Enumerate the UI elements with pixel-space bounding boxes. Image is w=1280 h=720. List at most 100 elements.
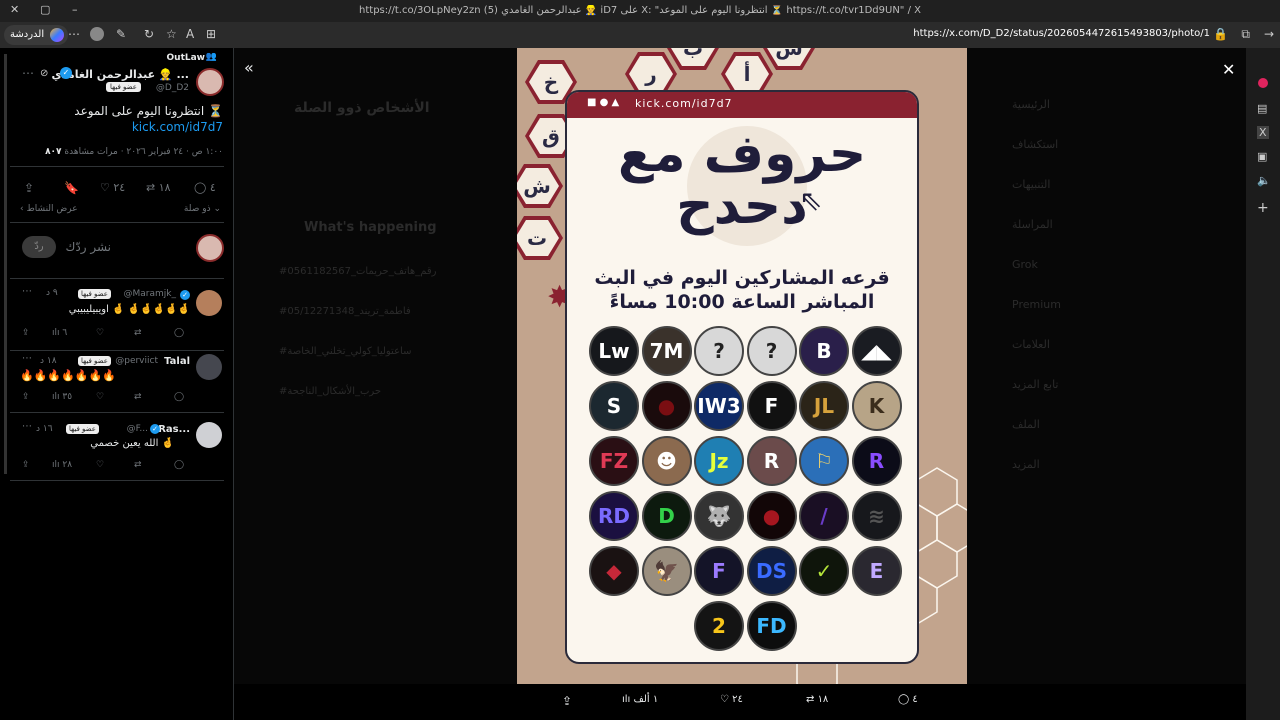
views-button[interactable]: ılı ١ ألف — [622, 694, 658, 705]
share-icon[interactable]: ⇪ — [22, 328, 30, 338]
letter-hex-text: ر — [629, 56, 673, 92]
trend-item[interactable]: #رقم_هاتف_حريمات_0561182567 — [279, 266, 436, 277]
author-name[interactable]: عبدالرحمن الغامدي 👷‍♂️ ... — [51, 68, 189, 81]
refresh-icon[interactable]: ↻ — [144, 27, 154, 41]
reply-avatar[interactable] — [196, 354, 222, 380]
like-button[interactable]: ♡ ٢٤ — [720, 694, 743, 705]
copy-icon[interactable]: ⧉ — [1241, 27, 1250, 42]
reply-name[interactable]: Talal — [164, 356, 190, 367]
sound-icon[interactable]: 🔈 — [1257, 174, 1271, 187]
author-avatar[interactable] — [196, 68, 224, 96]
reply-icon[interactable]: ◯ — [174, 460, 184, 470]
grok-icon[interactable]: ⊘ — [40, 68, 48, 79]
share-icon[interactable]: ⇪ — [22, 392, 30, 402]
participant-logo: ⚐ — [799, 436, 849, 486]
close-photo-icon[interactable]: ✕ — [1222, 60, 1235, 79]
reply-item[interactable]: Ras... ✓ @F... عضو فيها ١٦ د ⋯ الله يعين… — [0, 420, 234, 480]
reply-button[interactable]: ◯ ٤ — [194, 181, 216, 194]
reply-submit-button[interactable]: ردّ — [22, 236, 56, 258]
my-avatar[interactable] — [196, 234, 224, 262]
retweet-icon[interactable]: ⇄ — [134, 392, 142, 402]
window-dots-icon: ■ ● ▲ — [587, 97, 620, 108]
reply-time[interactable]: ١٦ د — [36, 424, 53, 434]
like-icon[interactable]: ♡ — [96, 460, 104, 470]
reply-handle[interactable]: @perviict — [115, 356, 158, 366]
reply-input[interactable]: نشر ردّك — [65, 240, 111, 254]
like-icon[interactable]: ♡ — [96, 392, 104, 402]
like-icon[interactable]: ♡ — [96, 328, 104, 338]
reply-time[interactable]: ٩ د — [46, 288, 58, 298]
reply-handle[interactable]: @F... — [127, 424, 148, 434]
trend-item[interactable]: #حرب_الأشكال_الناجحة — [279, 386, 381, 397]
url-field[interactable]: https://x.com/D_D2/status/20260544726154… — [913, 28, 1210, 39]
reply-name[interactable]: Ras... — [158, 424, 190, 435]
nav-follow[interactable]: تابع المزيد — [1012, 378, 1059, 391]
whats-happening-heading: What's happening — [304, 220, 437, 235]
like-button[interactable]: ♡ ٢٤ — [100, 181, 125, 194]
nav-explore[interactable]: استكشاف — [1012, 138, 1058, 151]
bookmark-icon[interactable]: 🔖 — [64, 181, 79, 195]
clipboard-icon[interactable]: ▣ — [1257, 150, 1267, 163]
window-title: (5) عبدالرحمن الغامدي 👷‍♂️ iD7 على X: "ا… — [483, 5, 921, 16]
retweet-icon[interactable]: ⇄ — [134, 328, 142, 338]
collections-icon[interactable]: ▤ — [1257, 102, 1267, 115]
nav-home[interactable]: الرئيسية — [1012, 98, 1050, 111]
more-menu-icon[interactable]: ⋯ — [68, 27, 80, 41]
extension-icon[interactable]: ✎ — [116, 27, 126, 41]
add-icon[interactable]: + — [1257, 200, 1269, 216]
reply-handle[interactable]: @Maramjk_ — [124, 289, 176, 299]
nav-profile[interactable]: الملف — [1012, 418, 1040, 431]
collapse-panel-icon[interactable]: « — [244, 58, 254, 77]
nav-bookmarks[interactable]: العلامات — [1012, 338, 1050, 351]
community-label[interactable]: OutLaw — [167, 53, 205, 63]
views-button[interactable]: ılı ٦ — [52, 328, 67, 338]
read-aloud-icon[interactable]: A — [186, 27, 194, 41]
reply-more-icon[interactable]: ⋯ — [22, 353, 32, 364]
retweet-button[interactable]: ⇄ ١٨ — [146, 181, 171, 194]
reply-item[interactable]: ✓ @Maramjk_ عضو فيها ٩ د ⋯ اويبيليبيبي 🤞… — [0, 284, 234, 344]
retweet-count: ١٨ — [817, 694, 829, 705]
views-button[interactable]: ılı ٢٨ — [52, 460, 72, 470]
scrollbar[interactable] — [4, 54, 7, 474]
reply-icon[interactable]: ◯ — [174, 392, 184, 402]
tweet-time[interactable]: ١:٠٠ ص · ٢٤ فبراير ٢٠٢٦ · — [118, 147, 223, 157]
forward-icon[interactable]: → — [1264, 27, 1274, 41]
reply-more-icon[interactable]: ⋯ — [22, 286, 32, 297]
retweet-icon[interactable]: ⇄ — [134, 460, 142, 470]
reply-avatar[interactable] — [196, 422, 222, 448]
profile-icon[interactable] — [90, 27, 104, 41]
view-activity-link[interactable]: ‹ عرض النشاط — [20, 204, 78, 214]
divider — [10, 222, 224, 223]
participant-logo: ● — [746, 491, 797, 541]
related-filter[interactable]: ذو صلة ⌄ — [184, 204, 221, 214]
reply-button[interactable]: ◯ ٤ — [898, 694, 918, 705]
participant-logo: ✓ — [799, 546, 849, 596]
share-icon[interactable]: ⇪ — [22, 460, 30, 470]
x-app-icon[interactable]: X — [1257, 126, 1269, 139]
retweet-button[interactable]: ⇄ ١٨ — [806, 694, 828, 705]
trend-item[interactable]: #فاطمة_تريند_05/12271348 — [279, 306, 411, 317]
author-handle[interactable]: @D_D2 — [156, 83, 189, 93]
share-icon[interactable]: ⇪ — [24, 181, 34, 195]
participant-logo: FZ — [589, 436, 639, 486]
reply-item[interactable]: Talal @perviict عضو فيها ١٨ د ⋯ 🔥🔥🔥🔥🔥🔥🔥 … — [0, 352, 234, 412]
sidebar-tab[interactable]: الدردشة — [4, 25, 69, 45]
nav-premium[interactable]: Premium — [1012, 298, 1061, 311]
views-button[interactable]: ılı ٣٥ — [52, 392, 72, 402]
trend-item[interactable]: #ساعتوليا_كولي_تخلني_الخاصة — [279, 346, 411, 357]
reply-time[interactable]: ١٨ د — [40, 356, 57, 366]
share-icon[interactable]: ⇪ — [562, 694, 572, 708]
notification-icon[interactable] — [1258, 78, 1268, 88]
reply-more-icon[interactable]: ⋯ — [22, 421, 32, 432]
nav-messages[interactable]: المراسلة — [1012, 218, 1053, 231]
reply-avatar[interactable] — [196, 290, 222, 316]
nav-notifications[interactable]: التنبيهات — [1012, 178, 1050, 191]
nav-more[interactable]: المزيد — [1012, 458, 1040, 471]
reply-icon[interactable]: ◯ — [174, 328, 184, 338]
nav-grok[interactable]: Grok — [1012, 258, 1038, 271]
favorite-icon[interactable]: ☆ — [166, 27, 177, 41]
tweet-more-icon[interactable]: ⋯ — [22, 66, 34, 80]
split-screen-icon[interactable]: ⊞ — [206, 27, 216, 41]
letter-hex: ت — [517, 216, 563, 260]
tweet-link[interactable]: kick.com/id7d7 — [132, 120, 223, 134]
